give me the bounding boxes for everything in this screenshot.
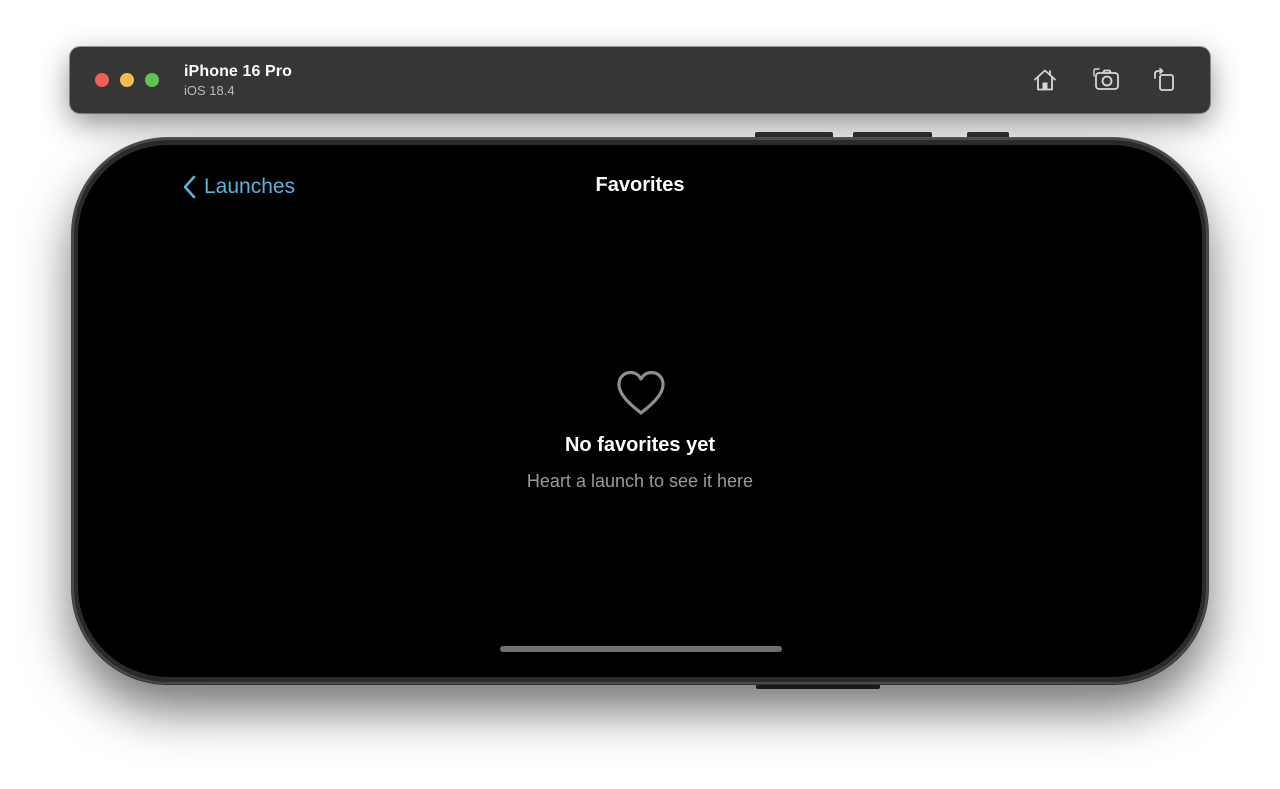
phone-screen: Launches Favorites No favorites yet Hear… [78, 145, 1202, 677]
screenshot-button[interactable] [1091, 64, 1123, 96]
empty-state-title: No favorites yet [564, 434, 716, 456]
simulator-toolbar: iPhone 16 Pro iOS 18.4 [70, 47, 1210, 113]
close-window-button[interactable] [95, 73, 109, 87]
rotate-icon [1154, 67, 1174, 91]
heart-outline-icon [617, 370, 665, 415]
simulator-window: iPhone 16 Pro iOS 18.4 Launches Favorite… [0, 0, 1280, 789]
home-indicator[interactable] [500, 646, 782, 652]
minimize-window-button[interactable] [120, 73, 134, 87]
home-button[interactable] [1029, 64, 1061, 96]
rotate-button[interactable] [1148, 64, 1180, 96]
device-name: iPhone 16 Pro [184, 63, 292, 80]
home-icon [1034, 69, 1056, 91]
page-title: Favorites [595, 174, 685, 196]
empty-state-subtitle: Heart a launch to see it here [526, 471, 754, 491]
screenshot-icon [1093, 68, 1119, 90]
iphone-frame: Launches Favorites No favorites yet Hear… [72, 138, 1208, 684]
zoom-window-button[interactable] [145, 73, 159, 87]
os-version: iOS 18.4 [184, 83, 235, 98]
